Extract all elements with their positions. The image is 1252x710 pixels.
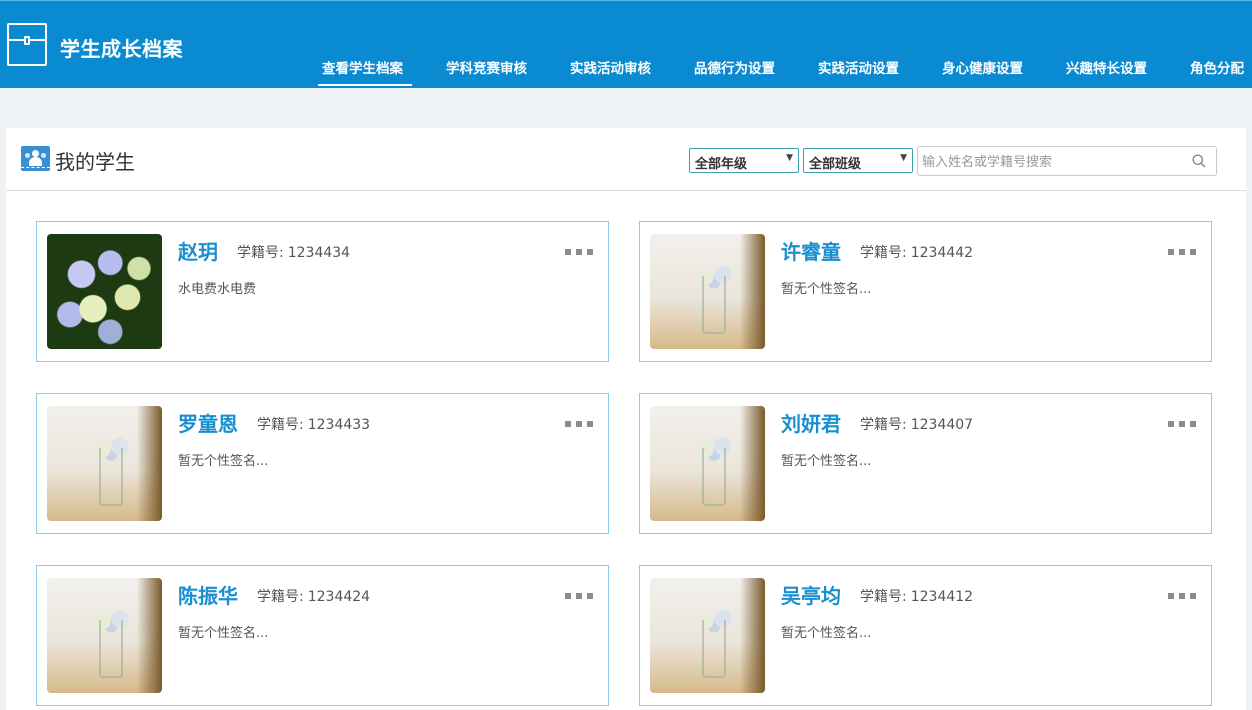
student-avatar bbox=[47, 578, 162, 693]
student-card[interactable]: 吴亭均 学籍号: 1234412 暂无个性签名... bbox=[639, 565, 1212, 706]
students-group-icon bbox=[21, 146, 50, 171]
student-id-value: 1234424 bbox=[307, 589, 371, 605]
more-options-icon[interactable] bbox=[1168, 584, 1202, 599]
student-id-value: 1234407 bbox=[910, 417, 974, 433]
student-id-value: 1234442 bbox=[910, 245, 974, 261]
more-options-icon[interactable] bbox=[565, 584, 599, 599]
nav-item-interest-settings[interactable]: 兴趣特长设置 bbox=[1062, 57, 1186, 87]
student-signature: 暂无个性签名... bbox=[781, 454, 872, 469]
student-avatar bbox=[47, 406, 162, 521]
more-options-icon[interactable] bbox=[1168, 412, 1202, 427]
search-box bbox=[917, 146, 1217, 176]
nav-item-health-settings[interactable]: 身心健康设置 bbox=[938, 57, 1062, 87]
student-card[interactable]: 刘妍君 学籍号: 1234407 暂无个性签名... bbox=[639, 393, 1212, 534]
search-input[interactable] bbox=[922, 153, 1182, 171]
dropdown-caret-icon: ▼ bbox=[786, 153, 793, 163]
student-name[interactable]: 陈振华 bbox=[178, 580, 238, 609]
student-id: 学籍号: 1234412 bbox=[860, 586, 973, 606]
student-avatar bbox=[650, 406, 765, 521]
student-id-label: 学籍号: bbox=[860, 589, 907, 605]
archive-folder-icon bbox=[7, 23, 47, 66]
student-name[interactable]: 罗童恩 bbox=[178, 408, 238, 437]
student-card[interactable]: 许睿童 学籍号: 1234442 暂无个性签名... bbox=[639, 221, 1212, 362]
students-panel: 我的学生 全部年级 ▼ 全部班级 ▼ 赵玥 学籍号:1234434 水电费水电费… bbox=[6, 128, 1246, 710]
student-avatar bbox=[650, 234, 765, 349]
student-card[interactable]: 陈振华 学籍号: 1234424 暂无个性签名... bbox=[36, 565, 609, 706]
top-header: 学生成长档案 查看学生档案 学科竞赛审核 实践活动审核 品德行为设置 实践活动设… bbox=[0, 0, 1252, 88]
more-options-icon[interactable] bbox=[1168, 240, 1202, 255]
student-id-label: 学籍号: bbox=[237, 245, 284, 261]
grade-select[interactable]: 全部年级 ▼ bbox=[689, 148, 799, 173]
nav-item-practice-settings[interactable]: 实践活动设置 bbox=[814, 57, 938, 87]
nav-item-role-assignment[interactable]: 角色分配 bbox=[1186, 57, 1252, 87]
student-id: 学籍号: 1234407 bbox=[860, 414, 973, 434]
nav-item-competition-review[interactable]: 学科竞赛审核 bbox=[442, 57, 566, 87]
student-id-value: 1234433 bbox=[307, 417, 371, 433]
student-signature: 暂无个性签名... bbox=[178, 626, 269, 641]
student-id: 学籍号: 1234434 bbox=[237, 242, 350, 262]
student-name[interactable]: 赵玥 bbox=[178, 236, 218, 265]
student-card[interactable]: 赵玥 学籍号: 1234434 水电费水电费 bbox=[36, 221, 609, 362]
search-icon[interactable] bbox=[1192, 154, 1206, 168]
nav-item-moral-settings[interactable]: 品德行为设置 bbox=[690, 57, 814, 87]
student-id-label: 学籍号: bbox=[860, 417, 907, 433]
student-signature: 暂无个性签名... bbox=[781, 282, 872, 297]
class-select[interactable]: 全部班级 ▼ bbox=[803, 148, 913, 173]
student-signature: 暂无个性签名... bbox=[781, 626, 872, 641]
more-options-icon[interactable] bbox=[565, 412, 599, 427]
dropdown-caret-icon: ▼ bbox=[900, 153, 907, 163]
panel-header: 我的学生 全部年级 ▼ 全部班级 ▼ bbox=[6, 128, 1246, 191]
nav-item-view-archives[interactable]: 查看学生档案 bbox=[318, 57, 442, 87]
nav-item-practice-review[interactable]: 实践活动审核 bbox=[566, 57, 690, 87]
student-name[interactable]: 刘妍君 bbox=[781, 408, 841, 437]
more-options-icon[interactable] bbox=[565, 240, 599, 255]
student-id-label: 学籍号: bbox=[860, 245, 907, 261]
student-id-value: 1234434 bbox=[287, 245, 351, 261]
student-id: 学籍号: 1234433 bbox=[257, 414, 370, 434]
student-signature: 水电费水电费 bbox=[178, 282, 257, 297]
panel-title: 我的学生 bbox=[55, 150, 135, 174]
app-title: 学生成长档案 bbox=[60, 37, 183, 61]
student-name[interactable]: 许睿童 bbox=[781, 236, 841, 265]
student-avatar bbox=[47, 234, 162, 349]
student-id: 学籍号: 1234442 bbox=[860, 242, 973, 262]
student-id-value: 1234412 bbox=[910, 589, 974, 605]
class-select-value: 全部班级 bbox=[809, 157, 862, 172]
student-signature: 暂无个性签名... bbox=[178, 454, 269, 469]
main-nav: 查看学生档案 学科竞赛审核 实践活动审核 品德行为设置 实践活动设置 身心健康设… bbox=[318, 57, 1252, 87]
student-id-label: 学籍号: bbox=[257, 417, 304, 433]
grade-select-value: 全部年级 bbox=[695, 157, 748, 172]
student-id: 学籍号: 1234424 bbox=[257, 586, 370, 606]
student-name[interactable]: 吴亭均 bbox=[781, 580, 841, 609]
student-avatar bbox=[650, 578, 765, 693]
student-id-label: 学籍号: bbox=[257, 589, 304, 605]
student-card[interactable]: 罗童恩 学籍号: 1234433 暂无个性签名... bbox=[36, 393, 609, 534]
